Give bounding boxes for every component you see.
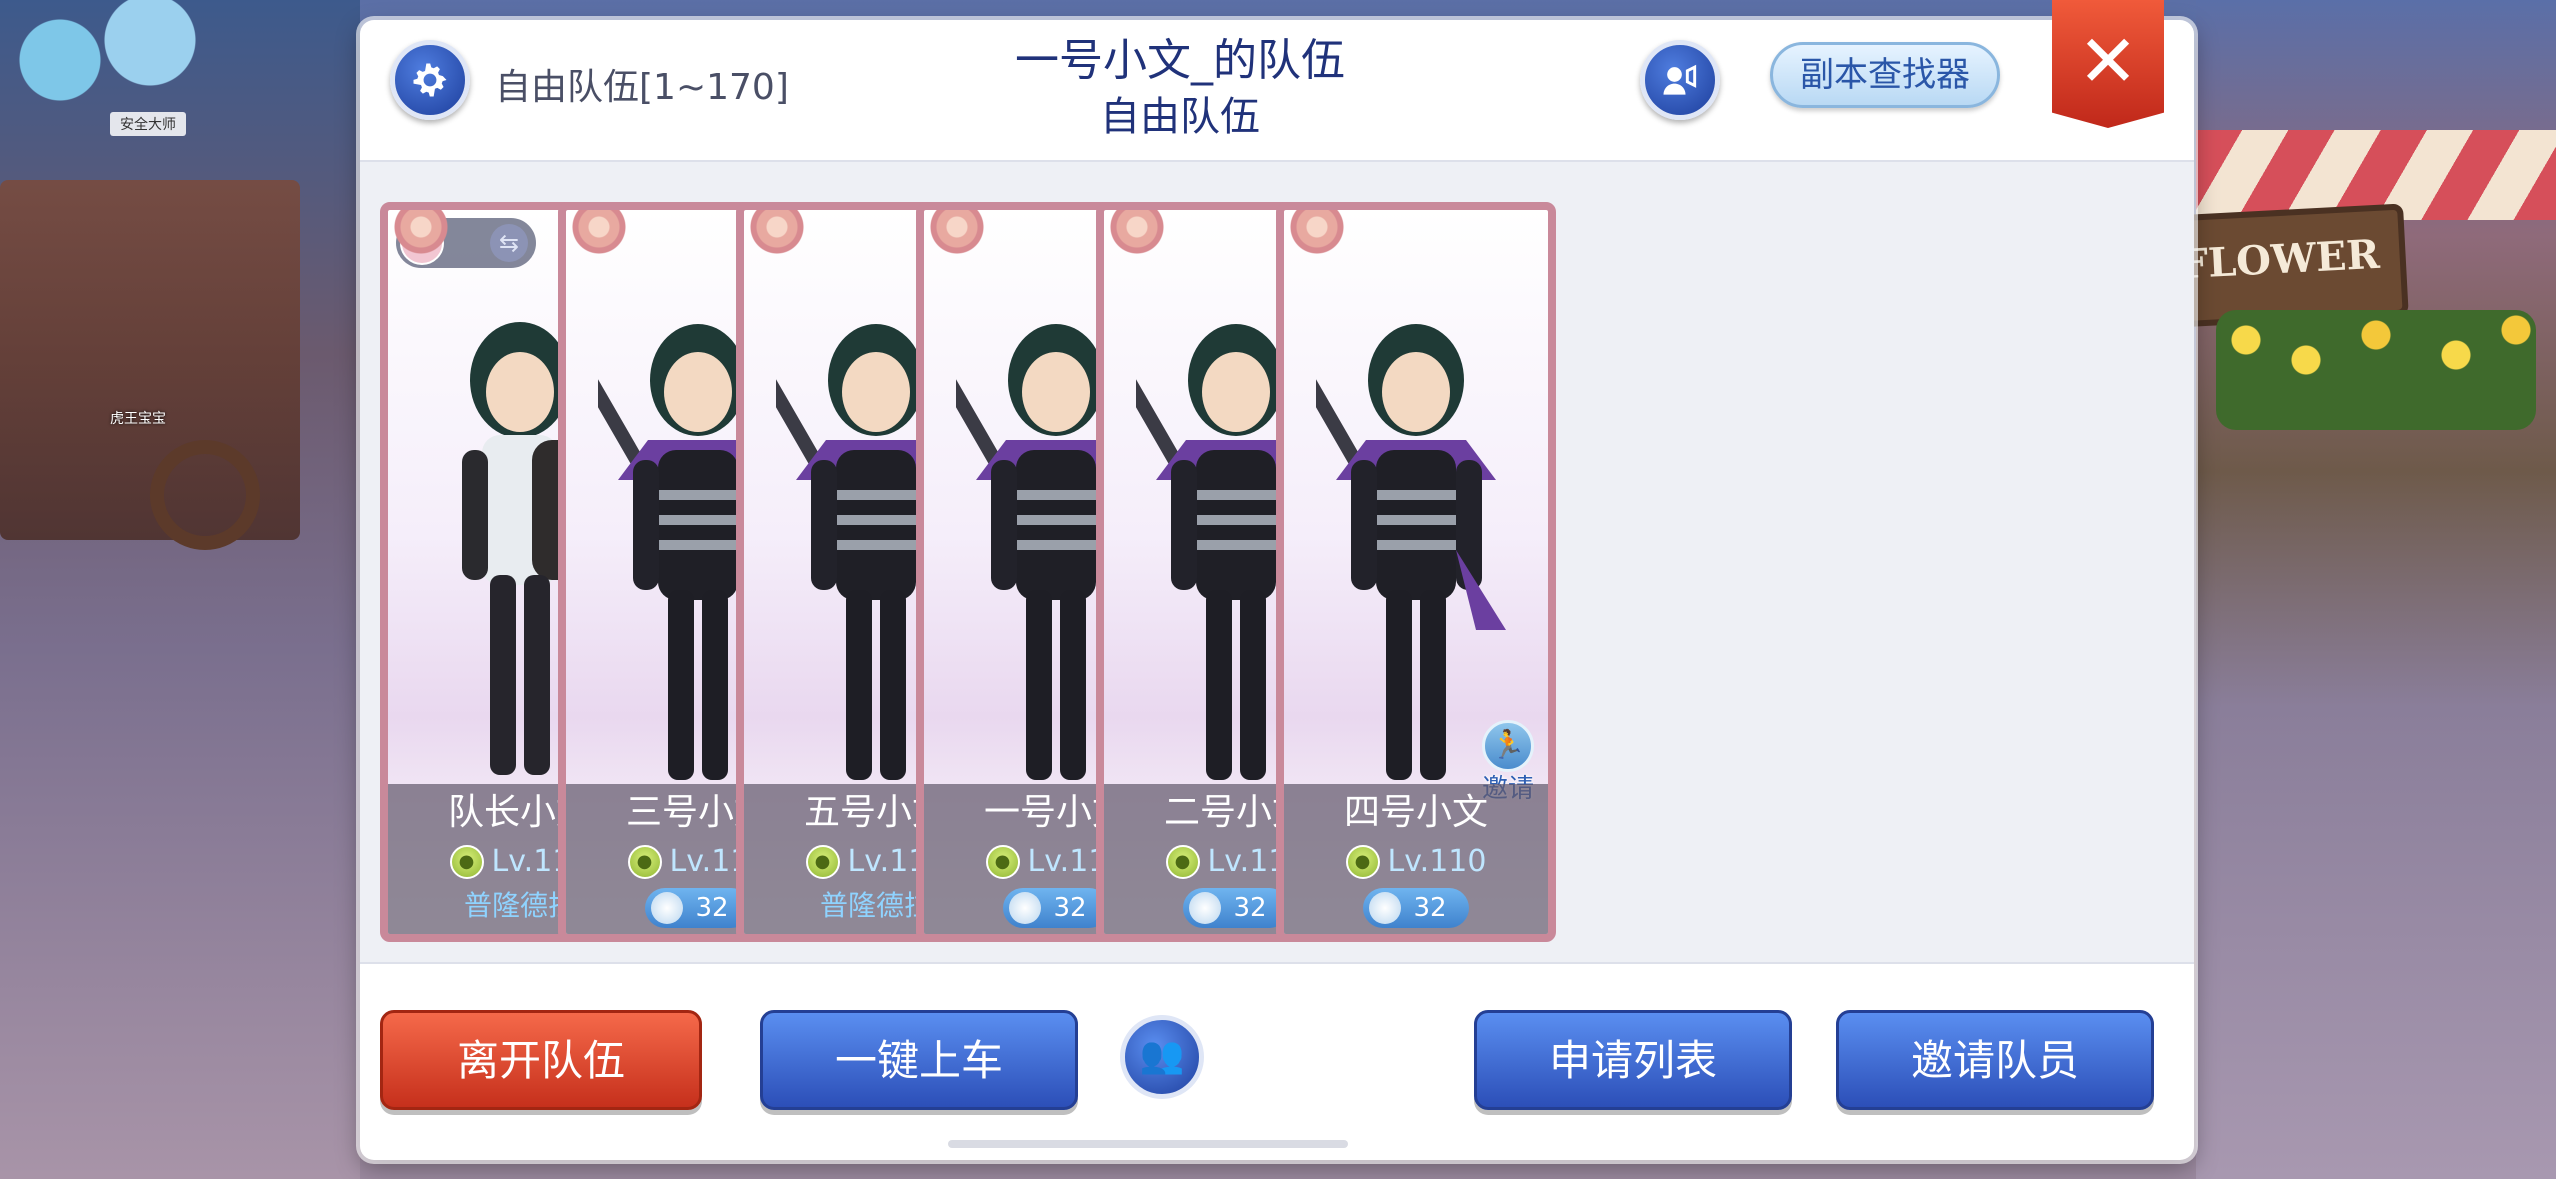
- rose-ornament-icon: [930, 210, 984, 254]
- team-panel: 自由队伍[1~170] 一号小文_的队伍 自由队伍 副本查找器 ✕ ⚔ ⇆ ★: [360, 0, 2194, 1160]
- background-right-scene: FLOWER: [2151, 0, 2556, 1179]
- gear-icon: [413, 63, 447, 97]
- member-card[interactable]: 🏃 邀请 四号小文 ● Lv.110 32: [1276, 202, 1556, 942]
- member-badge: 32: [1003, 888, 1109, 928]
- level-icon: ●: [985, 845, 1020, 879]
- member-cards-area: ⚔ ⇆ ★ 队长小文 ● Lv: [360, 160, 2194, 964]
- megaphone-icon: [1663, 64, 1697, 95]
- apply-list-button[interactable]: 申请列表: [1474, 1010, 1792, 1110]
- level-icon: ●: [805, 845, 840, 879]
- level-icon: ●: [627, 845, 662, 879]
- team-level-range: 自由队伍[1~170]: [495, 67, 789, 108]
- invite-members-button[interactable]: 邀请队员: [1836, 1010, 2154, 1110]
- flower-bed: [2216, 310, 2536, 430]
- badge-value: 32: [1413, 893, 1447, 923]
- emblem-icon: [651, 892, 684, 924]
- member-badge: 32: [645, 888, 751, 928]
- rose-ornament-icon: [1110, 210, 1164, 254]
- member-name: 四号小文: [1343, 792, 1488, 833]
- dungeon-finder-button[interactable]: 副本查找器: [1770, 42, 2000, 108]
- badge-value: 32: [695, 893, 729, 923]
- member-level: Lv.110: [1387, 844, 1487, 879]
- background-left-scene: 安全大师 虎王宝宝: [0, 0, 360, 1179]
- badge-value: 32: [1053, 893, 1087, 923]
- settings-button[interactable]: [390, 40, 470, 120]
- emblem-icon: [1369, 892, 1402, 924]
- add-person-icon: 👥: [1139, 1035, 1185, 1076]
- swap-icon: ⇆: [490, 224, 528, 262]
- rose-ornament-icon: [1290, 210, 1344, 254]
- level-icon: ●: [1345, 845, 1380, 879]
- member-info: 四号小文 ● Lv.110 32: [1284, 784, 1548, 934]
- team-type: 自由队伍: [1100, 94, 1260, 140]
- one-click-board-button[interactable]: 一键上车: [760, 1010, 1078, 1110]
- npc-nameplate: 安全大师: [110, 112, 186, 136]
- emblem-icon: [1009, 892, 1042, 924]
- rose-ornament-icon: [750, 210, 804, 254]
- level-icon: ●: [449, 845, 484, 879]
- member-level-row: ● Lv.110: [1284, 840, 1548, 884]
- rose-ornament-icon: [394, 210, 448, 254]
- close-button[interactable]: ✕: [2052, 0, 2164, 128]
- level-icon: ●: [1165, 845, 1200, 879]
- pet-nameplate: 虎王宝宝: [110, 411, 166, 427]
- emblem-icon: [1189, 892, 1222, 924]
- close-icon: ✕: [2077, 19, 2139, 103]
- add-friend-button[interactable]: 👥: [1120, 1015, 1204, 1099]
- badge-value: 32: [1233, 893, 1267, 923]
- voice-chat-button[interactable]: [1640, 40, 1720, 120]
- team-name: 一号小文_的队伍: [1015, 35, 1345, 86]
- team-title: 一号小文_的队伍 自由队伍: [920, 32, 1440, 144]
- cart-wheel: [150, 440, 260, 550]
- member-badge: 32: [1183, 888, 1289, 928]
- running-person-icon: 🏃: [1482, 720, 1534, 772]
- scroll-indicator[interactable]: [948, 1140, 1348, 1148]
- rose-ornament-icon: [572, 210, 626, 254]
- leave-team-button[interactable]: 离开队伍: [380, 1010, 702, 1110]
- member-badge: 32: [1363, 888, 1469, 928]
